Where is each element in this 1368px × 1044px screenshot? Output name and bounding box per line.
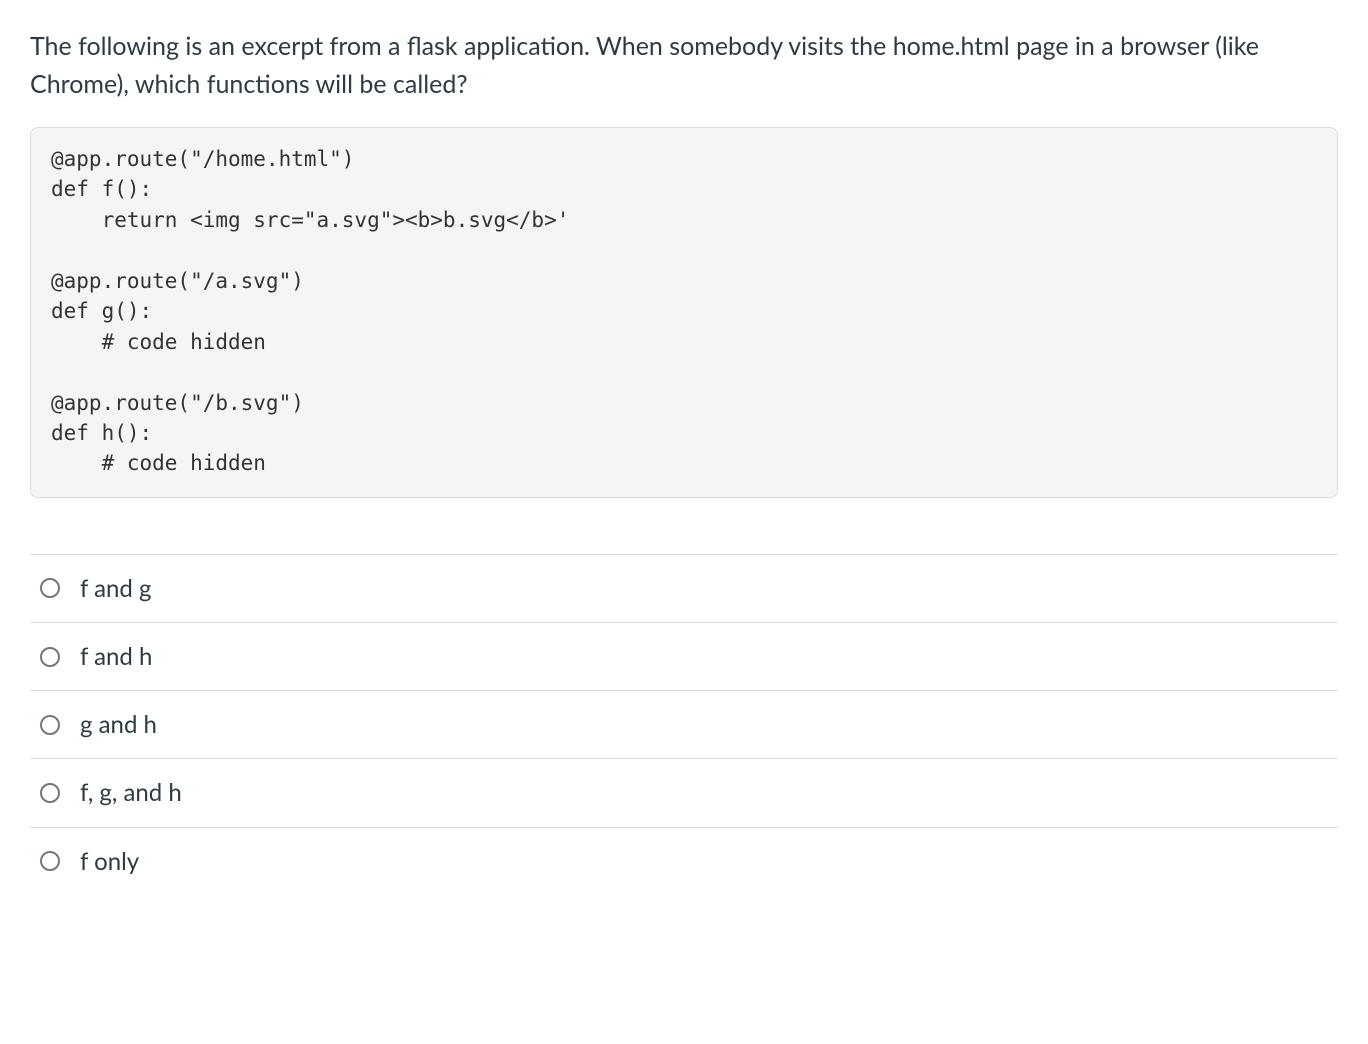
answer-option-1[interactable]: f and h: [30, 623, 1338, 691]
radio-icon[interactable]: [40, 851, 60, 871]
answer-option-0[interactable]: f and g: [30, 555, 1338, 623]
answer-label: g and h: [80, 709, 157, 740]
code-block: @app.route("/home.html") def f(): return…: [30, 127, 1338, 498]
question-prompt: The following is an excerpt from a flask…: [30, 28, 1338, 103]
answer-label: f, g, and h: [80, 777, 182, 808]
radio-icon[interactable]: [40, 578, 60, 598]
radio-icon[interactable]: [40, 715, 60, 735]
answer-option-3[interactable]: f, g, and h: [30, 759, 1338, 827]
answer-label: f only: [80, 846, 139, 877]
answer-option-2[interactable]: g and h: [30, 691, 1338, 759]
radio-icon[interactable]: [40, 647, 60, 667]
answer-option-4[interactable]: f only: [30, 828, 1338, 883]
question-page: The following is an excerpt from a flask…: [0, 0, 1368, 1044]
answer-label: f and h: [80, 641, 152, 672]
answer-label: f and g: [80, 573, 152, 604]
answer-list: f and g f and h g and h f, g, and h f on…: [30, 554, 1338, 883]
radio-icon[interactable]: [40, 783, 60, 803]
